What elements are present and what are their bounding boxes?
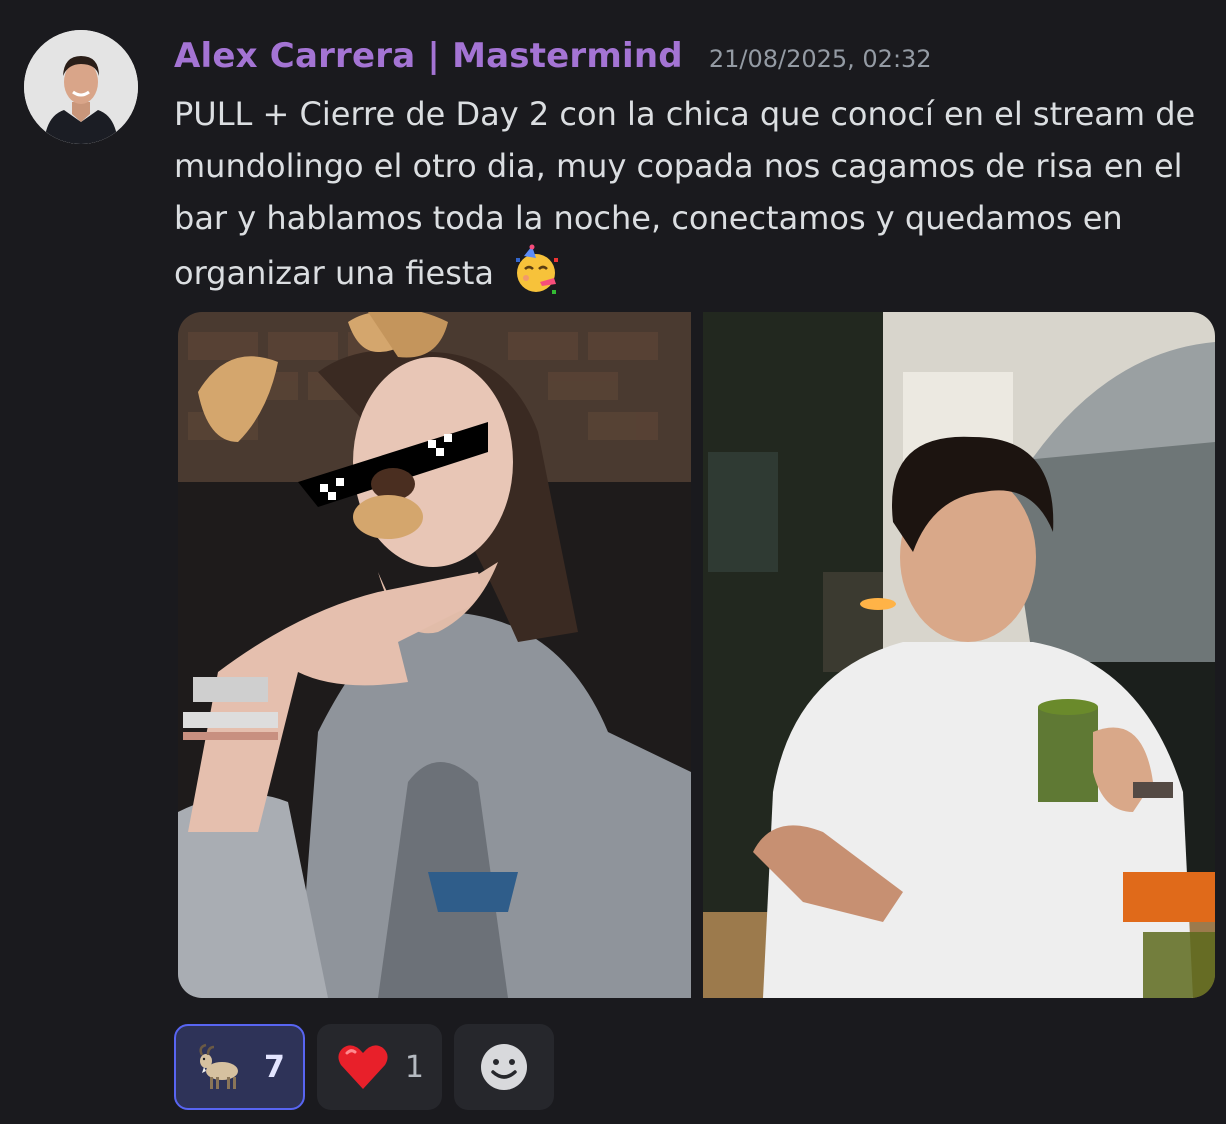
chat-message: Alex Carrera | Mastermind 21/08/2025, 02…	[0, 0, 1226, 1124]
reaction-count: 7	[264, 1049, 285, 1085]
reaction-heart[interactable]: 1	[316, 1024, 442, 1110]
message-text: PULL + Cierre de Day 2 con la chica que …	[174, 95, 1196, 292]
red-heart-icon	[335, 1039, 391, 1095]
message-header: Alex Carrera | Mastermind 21/08/2025, 02…	[174, 36, 932, 82]
photo-woman-dog-filter-icon	[178, 312, 691, 998]
reaction-count: 1	[404, 1049, 424, 1085]
reactions-bar: 7 1	[174, 1024, 554, 1110]
partying-face-icon	[510, 244, 562, 296]
image-attachment-2[interactable]	[703, 312, 1215, 998]
author-name[interactable]: Alex Carrera | Mastermind	[174, 36, 683, 76]
image-attachment-1[interactable]	[178, 312, 691, 998]
photo-man-bar-icon	[703, 312, 1215, 998]
user-avatar[interactable]	[24, 30, 138, 144]
add-reaction-button[interactable]	[453, 1024, 554, 1110]
reaction-goat[interactable]: 7	[174, 1024, 305, 1110]
add-reaction-smile-icon	[480, 1044, 527, 1090]
avatar-portrait-icon	[24, 30, 138, 144]
goat-icon	[194, 1039, 250, 1095]
message-timestamp[interactable]: 21/08/2025, 02:32	[709, 45, 932, 73]
message-content: PULL + Cierre de Day 2 con la chica que …	[174, 88, 1220, 299]
